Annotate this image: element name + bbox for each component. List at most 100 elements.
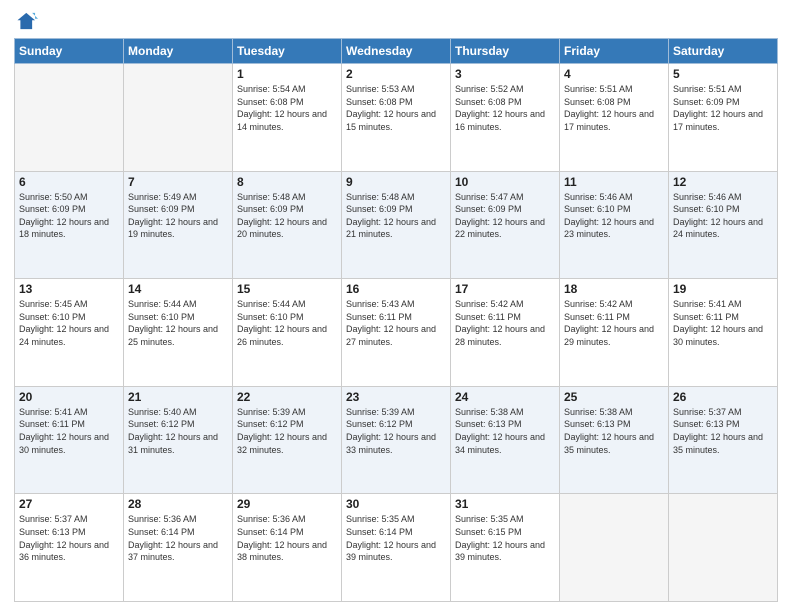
daylight-text: Daylight: 12 hours and 22 minutes. xyxy=(455,216,555,241)
calendar-cell: 2Sunrise: 5:53 AMSunset: 6:08 PMDaylight… xyxy=(342,64,451,172)
day-number: 1 xyxy=(237,67,337,81)
sunrise-text: Sunrise: 5:43 AM xyxy=(346,298,446,311)
sunrise-text: Sunrise: 5:36 AM xyxy=(237,513,337,526)
day-number: 6 xyxy=(19,175,119,189)
day-number: 19 xyxy=(673,282,773,296)
sunset-text: Sunset: 6:10 PM xyxy=(237,311,337,324)
calendar-cell: 14 Sunrise: 5:44 AMSunset: 6:10 PMDayligh… xyxy=(124,279,233,387)
sunrise-text: Sunrise: 5:52 AM xyxy=(455,83,555,96)
day-number: 29 xyxy=(237,497,337,511)
day-number: 22 xyxy=(237,390,337,404)
daylight-text: Daylight: 12 hours and 21 minutes. xyxy=(346,216,446,241)
day-info: Sunrise: 5:46 AMSunset: 6:10 PMDaylight:… xyxy=(673,191,773,241)
day-number: 17 xyxy=(455,282,555,296)
sunrise-text: Sunrise: 5:53 AM xyxy=(346,83,446,96)
day-number: 30 xyxy=(346,497,446,511)
day-info: Sunrise: 5:49 AMSunset: 6:09 PMDaylight:… xyxy=(128,191,228,241)
daylight-text: Daylight: 12 hours and 24 minutes. xyxy=(19,323,119,348)
day-number: 24 xyxy=(455,390,555,404)
calendar-cell: 30 Sunrise: 5:35 AMSunset: 6:14 PMDayligh… xyxy=(342,494,451,602)
sunset-text: Sunset: 6:11 PM xyxy=(346,311,446,324)
sunrise-text: Sunrise: 5:45 AM xyxy=(19,298,119,311)
sunset-text: Sunset: 6:09 PM xyxy=(455,203,555,216)
day-info: Sunrise: 5:35 AMSunset: 6:14 PMDaylight:… xyxy=(346,513,446,563)
weekday-header-saturday: Saturday xyxy=(669,39,778,64)
daylight-text: Daylight: 12 hours and 37 minutes. xyxy=(128,539,228,564)
day-number: 14 xyxy=(128,282,228,296)
sunset-text: Sunset: 6:10 PM xyxy=(19,311,119,324)
daylight-text: Daylight: 12 hours and 14 minutes. xyxy=(237,108,337,133)
calendar-week-row: 27 Sunrise: 5:37 AMSunset: 6:13 PMDayligh… xyxy=(15,494,778,602)
logo xyxy=(14,10,38,32)
daylight-text: Daylight: 12 hours and 30 minutes. xyxy=(19,431,119,456)
calendar-cell: 28Sunrise: 5:36 AMSunset: 6:14 PMDayligh… xyxy=(124,494,233,602)
day-info: Sunrise: 5:37 AMSunset: 6:13 PMDaylight:… xyxy=(673,406,773,456)
sunset-text: Sunset: 6:13 PM xyxy=(564,418,664,431)
day-info: Sunrise: 5:37 AMSunset: 6:13 PMDaylight:… xyxy=(19,513,119,563)
calendar-cell: 27 Sunrise: 5:37 AMSunset: 6:13 PMDayligh… xyxy=(15,494,124,602)
sunrise-text: Sunrise: 5:42 AM xyxy=(455,298,555,311)
sunrise-text: Sunrise: 5:37 AM xyxy=(673,406,773,419)
sunset-text: Sunset: 6:11 PM xyxy=(19,418,119,431)
day-number: 27 xyxy=(19,497,119,511)
weekday-header-tuesday: Tuesday xyxy=(233,39,342,64)
day-number: 18 xyxy=(564,282,664,296)
day-info: Sunrise: 5:41 AMSunset: 6:11 PMDaylight:… xyxy=(19,406,119,456)
day-info: Sunrise: 5:51 AMSunset: 6:09 PMDaylight:… xyxy=(673,83,773,133)
weekday-header-wednesday: Wednesday xyxy=(342,39,451,64)
day-info: Sunrise: 5:41 AMSunset: 6:11 PMDaylight:… xyxy=(673,298,773,348)
sunrise-text: Sunrise: 5:42 AM xyxy=(564,298,664,311)
sunrise-text: Sunrise: 5:39 AM xyxy=(237,406,337,419)
calendar-cell: 12Sunrise: 5:46 AMSunset: 6:10 PMDayligh… xyxy=(669,171,778,279)
sunset-text: Sunset: 6:12 PM xyxy=(128,418,228,431)
day-info: Sunrise: 5:44 AMSunset: 6:10 PMDaylight:… xyxy=(128,298,228,348)
day-info: Sunrise: 5:42 AMSunset: 6:11 PMDaylight:… xyxy=(455,298,555,348)
sunrise-text: Sunrise: 5:48 AM xyxy=(237,191,337,204)
calendar-cell xyxy=(560,494,669,602)
calendar-week-row: 20 Sunrise: 5:41 AMSunset: 6:11 PMDayligh… xyxy=(15,386,778,494)
sunset-text: Sunset: 6:09 PM xyxy=(673,96,773,109)
calendar-cell: 7Sunrise: 5:49 AMSunset: 6:09 PMDaylight… xyxy=(124,171,233,279)
day-info: Sunrise: 5:53 AMSunset: 6:08 PMDaylight:… xyxy=(346,83,446,133)
day-number: 20 xyxy=(19,390,119,404)
sunset-text: Sunset: 6:10 PM xyxy=(564,203,664,216)
sunset-text: Sunset: 6:11 PM xyxy=(564,311,664,324)
calendar-cell: 19 Sunrise: 5:41 AMSunset: 6:11 PMDayligh… xyxy=(669,279,778,387)
day-number: 13 xyxy=(19,282,119,296)
daylight-text: Daylight: 12 hours and 39 minutes. xyxy=(455,539,555,564)
day-info: Sunrise: 5:43 AMSunset: 6:11 PMDaylight:… xyxy=(346,298,446,348)
sunset-text: Sunset: 6:14 PM xyxy=(346,526,446,539)
sunset-text: Sunset: 6:12 PM xyxy=(237,418,337,431)
sunrise-text: Sunrise: 5:46 AM xyxy=(564,191,664,204)
day-info: Sunrise: 5:52 AMSunset: 6:08 PMDaylight:… xyxy=(455,83,555,133)
daylight-text: Daylight: 12 hours and 24 minutes. xyxy=(673,216,773,241)
sunrise-text: Sunrise: 5:41 AM xyxy=(673,298,773,311)
daylight-text: Daylight: 12 hours and 16 minutes. xyxy=(455,108,555,133)
sunrise-text: Sunrise: 5:51 AM xyxy=(564,83,664,96)
day-number: 10 xyxy=(455,175,555,189)
day-number: 4 xyxy=(564,67,664,81)
calendar-cell: 26Sunrise: 5:37 AMSunset: 6:13 PMDayligh… xyxy=(669,386,778,494)
daylight-text: Daylight: 12 hours and 23 minutes. xyxy=(564,216,664,241)
sunrise-text: Sunrise: 5:36 AM xyxy=(128,513,228,526)
calendar-cell: 17 Sunrise: 5:42 AMSunset: 6:11 PMDayligh… xyxy=(451,279,560,387)
sunrise-text: Sunrise: 5:46 AM xyxy=(673,191,773,204)
day-number: 16 xyxy=(346,282,446,296)
daylight-text: Daylight: 12 hours and 30 minutes. xyxy=(673,323,773,348)
sunset-text: Sunset: 6:08 PM xyxy=(455,96,555,109)
daylight-text: Daylight: 12 hours and 29 minutes. xyxy=(564,323,664,348)
calendar-cell: 9Sunrise: 5:48 AMSunset: 6:09 PMDaylight… xyxy=(342,171,451,279)
sunset-text: Sunset: 6:08 PM xyxy=(564,96,664,109)
weekday-header-sunday: Sunday xyxy=(15,39,124,64)
day-info: Sunrise: 5:47 AMSunset: 6:09 PMDaylight:… xyxy=(455,191,555,241)
day-info: Sunrise: 5:54 AMSunset: 6:08 PMDaylight:… xyxy=(237,83,337,133)
day-number: 23 xyxy=(346,390,446,404)
daylight-text: Daylight: 12 hours and 28 minutes. xyxy=(455,323,555,348)
daylight-text: Daylight: 12 hours and 35 minutes. xyxy=(673,431,773,456)
calendar-cell: 8Sunrise: 5:48 AMSunset: 6:09 PMDaylight… xyxy=(233,171,342,279)
calendar-cell: 11Sunrise: 5:46 AMSunset: 6:10 PMDayligh… xyxy=(560,171,669,279)
daylight-text: Daylight: 12 hours and 34 minutes. xyxy=(455,431,555,456)
calendar-cell: 4Sunrise: 5:51 AMSunset: 6:08 PMDaylight… xyxy=(560,64,669,172)
sunset-text: Sunset: 6:11 PM xyxy=(673,311,773,324)
calendar-cell: 22Sunrise: 5:39 AMSunset: 6:12 PMDayligh… xyxy=(233,386,342,494)
